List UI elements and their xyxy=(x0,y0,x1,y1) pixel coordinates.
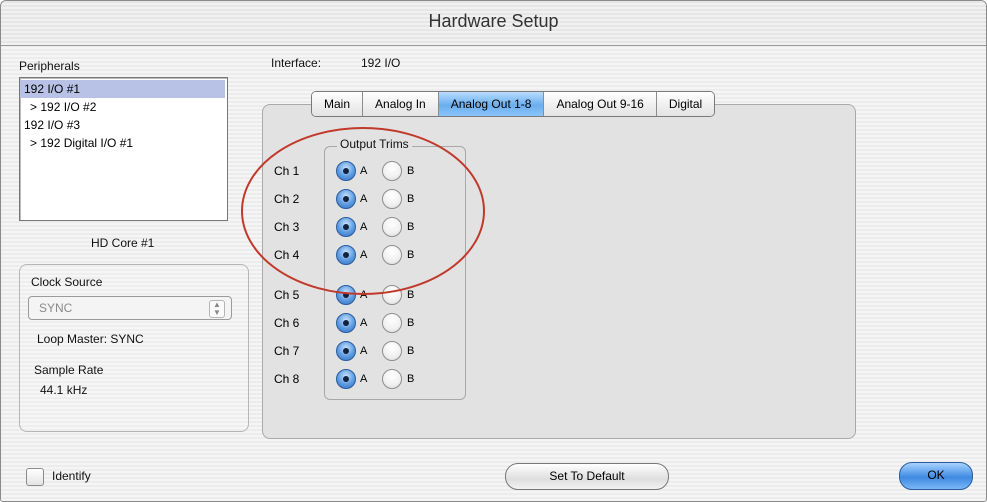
hardware-setup-window: Hardware Setup Peripherals 192 I/O #1 > … xyxy=(0,0,987,502)
radio-b[interactable] xyxy=(382,189,402,209)
radio-a-label: A xyxy=(360,345,368,357)
list-item[interactable]: > 192 I/O #2 xyxy=(20,98,225,116)
channel-label: Ch 1 xyxy=(274,164,300,178)
radio-b-label: B xyxy=(407,165,415,177)
tab-digital[interactable]: Digital xyxy=(656,92,715,116)
loop-master-label: Loop Master: SYNC xyxy=(37,332,144,346)
interface-value: 192 I/O xyxy=(361,56,401,70)
sample-rate-label: Sample Rate xyxy=(34,363,104,377)
channel-row: Ch 8 A B xyxy=(274,368,474,392)
channel-label: Ch 5 xyxy=(274,288,300,302)
tab-bar: Main Analog In Analog Out 1-8 Analog Out… xyxy=(311,91,716,117)
channel-label: Ch 4 xyxy=(274,248,300,262)
radio-a[interactable] xyxy=(336,341,356,361)
radio-a[interactable] xyxy=(336,217,356,237)
radio-b[interactable] xyxy=(382,217,402,237)
radio-a-label: A xyxy=(360,165,368,177)
radio-a[interactable] xyxy=(336,369,356,389)
radio-a-label: A xyxy=(360,221,368,233)
list-item[interactable]: 192 I/O #1 xyxy=(20,80,225,98)
radio-a-label: A xyxy=(360,317,368,329)
radio-a-label: A xyxy=(360,249,368,261)
radio-a-label: A xyxy=(360,289,368,301)
radio-b-label: B xyxy=(407,289,415,301)
ok-button[interactable]: OK xyxy=(899,462,973,490)
radio-a[interactable] xyxy=(336,161,356,181)
radio-a-label: A xyxy=(360,373,368,385)
output-trims-title: Output Trims xyxy=(337,137,412,151)
list-item[interactable]: 192 I/O #3 xyxy=(20,116,225,134)
radio-b[interactable] xyxy=(382,245,402,265)
peripherals-label: Peripherals xyxy=(19,59,80,73)
sample-rate-value: 44.1 kHz xyxy=(40,383,88,397)
clock-source-select[interactable]: SYNC ▲ ▼ xyxy=(28,296,232,320)
channel-row: Ch 5 A B xyxy=(274,284,474,308)
set-to-default-button[interactable]: Set To Default xyxy=(505,463,669,490)
clock-source-group xyxy=(19,264,249,432)
radio-a[interactable] xyxy=(336,189,356,209)
radio-b-label: B xyxy=(407,249,415,261)
identify-checkbox[interactable] xyxy=(26,468,44,486)
hd-core-label: HD Core #1 xyxy=(91,236,155,250)
identify-label: Identify xyxy=(52,469,91,483)
radio-b[interactable] xyxy=(382,285,402,305)
clock-source-label: Clock Source xyxy=(31,275,103,289)
radio-b-label: B xyxy=(407,345,415,357)
radio-b[interactable] xyxy=(382,161,402,181)
radio-b-label: B xyxy=(407,193,415,205)
channel-row: Ch 7 A B xyxy=(274,340,474,364)
radio-a[interactable] xyxy=(336,245,356,265)
tab-analog-out-1-8[interactable]: Analog Out 1-8 xyxy=(438,92,545,116)
radio-b-label: B xyxy=(407,317,415,329)
peripherals-list[interactable]: 192 I/O #1 > 192 I/O #2 192 I/O #3 > 192… xyxy=(19,77,228,221)
channel-row: Ch 1 A B xyxy=(274,160,474,184)
radio-a[interactable] xyxy=(336,313,356,333)
radio-b-label: B xyxy=(407,373,415,385)
channel-row: Ch 3 A B xyxy=(274,216,474,240)
radio-b[interactable] xyxy=(382,341,402,361)
channel-row: Ch 2 A B xyxy=(274,188,474,212)
channel-label: Ch 6 xyxy=(274,316,300,330)
channel-row: Ch 4 A B xyxy=(274,244,474,268)
radio-a-label: A xyxy=(360,193,368,205)
radio-a[interactable] xyxy=(336,285,356,305)
list-item[interactable]: > 192 Digital I/O #1 xyxy=(20,134,225,152)
window-title: Hardware Setup xyxy=(428,11,559,31)
channel-label: Ch 3 xyxy=(274,220,300,234)
tab-main[interactable]: Main xyxy=(312,92,364,116)
interface-label: Interface: xyxy=(271,56,322,70)
channel-label: Ch 2 xyxy=(274,192,300,206)
channel-row: Ch 6 A B xyxy=(274,312,474,336)
tab-analog-in[interactable]: Analog In xyxy=(363,92,439,116)
title-bar[interactable]: Hardware Setup xyxy=(1,1,986,46)
channel-label: Ch 8 xyxy=(274,372,300,386)
channel-label: Ch 7 xyxy=(274,344,300,358)
clock-source-value: SYNC xyxy=(39,301,73,315)
tab-analog-out-9-16[interactable]: Analog Out 9-16 xyxy=(544,92,657,116)
radio-b[interactable] xyxy=(382,313,402,333)
radio-b-label: B xyxy=(407,221,415,233)
radio-b[interactable] xyxy=(382,369,402,389)
chevron-updown-icon: ▲ ▼ xyxy=(209,300,225,318)
